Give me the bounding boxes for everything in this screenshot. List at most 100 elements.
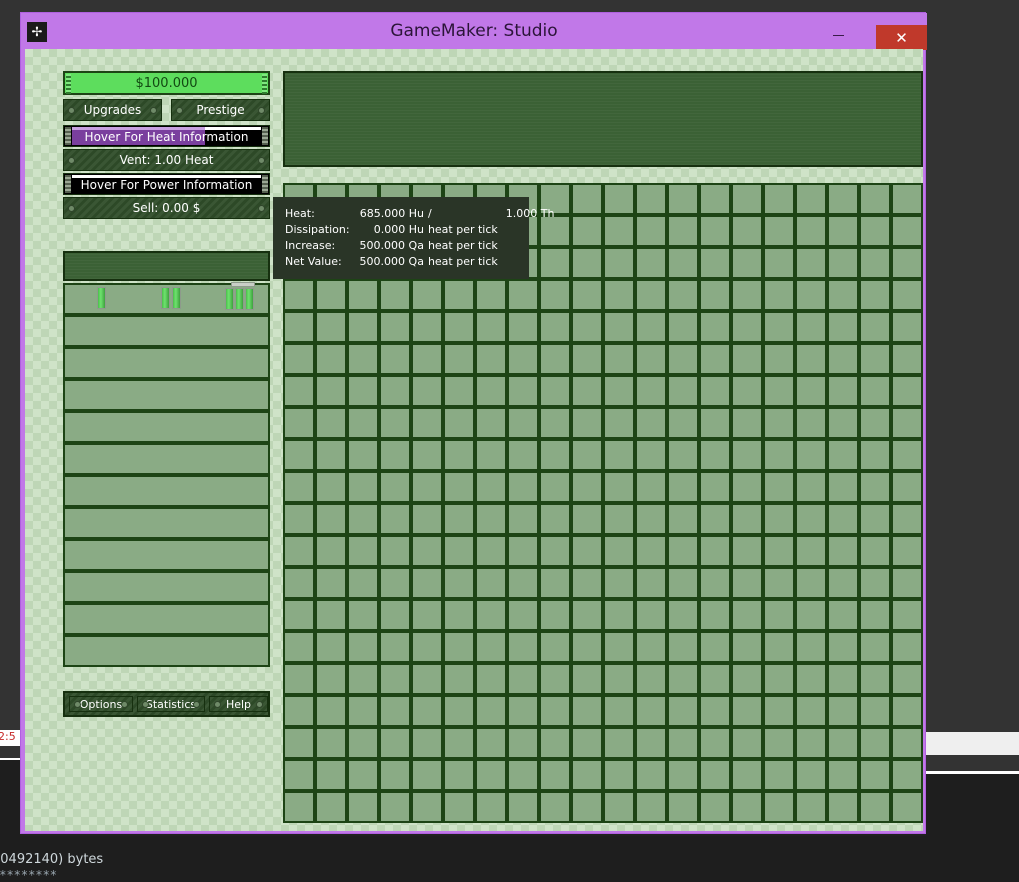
reactor-cell[interactable] [379, 343, 411, 375]
reactor-cell[interactable] [763, 311, 795, 343]
reactor-cell[interactable] [827, 567, 859, 599]
reactor-cell[interactable] [859, 631, 891, 663]
reactor-cell[interactable] [859, 471, 891, 503]
reactor-cell[interactable] [795, 279, 827, 311]
reactor-cell[interactable] [411, 535, 443, 567]
parts-shelf-row[interactable] [63, 347, 270, 379]
reactor-cell[interactable] [507, 599, 539, 631]
reactor-cell[interactable] [763, 759, 795, 791]
reactor-cell[interactable] [731, 215, 763, 247]
reactor-cell[interactable] [539, 663, 571, 695]
reactor-cell[interactable] [443, 439, 475, 471]
reactor-cell[interactable] [667, 375, 699, 407]
reactor-cell[interactable] [475, 727, 507, 759]
reactor-cell[interactable] [635, 215, 667, 247]
reactor-cell[interactable] [699, 375, 731, 407]
reactor-cell[interactable] [635, 695, 667, 727]
reactor-cell[interactable] [635, 311, 667, 343]
reactor-cell[interactable] [347, 727, 379, 759]
reactor-cell[interactable] [475, 311, 507, 343]
reactor-cell[interactable] [347, 375, 379, 407]
reactor-cell[interactable] [283, 503, 315, 535]
reactor-cell[interactable] [347, 279, 379, 311]
reactor-cell[interactable] [507, 535, 539, 567]
reactor-cell[interactable] [635, 599, 667, 631]
reactor-cell[interactable] [539, 695, 571, 727]
reactor-cell[interactable] [315, 599, 347, 631]
reactor-cell[interactable] [347, 631, 379, 663]
reactor-cell[interactable] [795, 503, 827, 535]
reactor-cell[interactable] [315, 311, 347, 343]
reactor-cell[interactable] [827, 535, 859, 567]
reactor-cell[interactable] [507, 567, 539, 599]
upgrades-button[interactable]: Upgrades [63, 99, 162, 121]
reactor-cell[interactable] [667, 471, 699, 503]
reactor-cell[interactable] [891, 183, 923, 215]
reactor-cell[interactable] [571, 375, 603, 407]
reactor-cell[interactable] [763, 631, 795, 663]
reactor-cell[interactable] [411, 791, 443, 823]
reactor-cell[interactable] [795, 727, 827, 759]
reactor-cell[interactable] [347, 503, 379, 535]
reactor-cell[interactable] [731, 791, 763, 823]
reactor-cell[interactable] [315, 695, 347, 727]
reactor-cell[interactable] [763, 727, 795, 759]
reactor-cell[interactable] [443, 631, 475, 663]
reactor-cell[interactable] [315, 375, 347, 407]
reactor-cell[interactable] [699, 215, 731, 247]
reactor-cell[interactable] [283, 375, 315, 407]
reactor-cell[interactable] [795, 247, 827, 279]
parts-shelf-row[interactable] [63, 379, 270, 411]
reactor-cell[interactable] [891, 503, 923, 535]
reactor-cell[interactable] [795, 439, 827, 471]
reactor-cell[interactable] [795, 567, 827, 599]
reactor-cell[interactable] [539, 311, 571, 343]
reactor-cell[interactable] [507, 663, 539, 695]
reactor-cell[interactable] [667, 599, 699, 631]
reactor-cell[interactable] [635, 279, 667, 311]
reactor-cell[interactable] [667, 503, 699, 535]
reactor-cell[interactable] [795, 759, 827, 791]
reactor-cell[interactable] [411, 503, 443, 535]
reactor-cell[interactable] [763, 791, 795, 823]
reactor-cell[interactable] [571, 727, 603, 759]
reactor-cell[interactable] [539, 759, 571, 791]
reactor-cell[interactable] [347, 439, 379, 471]
reactor-cell[interactable] [731, 535, 763, 567]
reactor-cell[interactable] [699, 471, 731, 503]
reactor-cell[interactable] [827, 791, 859, 823]
reactor-cell[interactable] [763, 407, 795, 439]
reactor-cell[interactable] [699, 535, 731, 567]
reactor-cell[interactable] [891, 247, 923, 279]
reactor-cell[interactable] [731, 279, 763, 311]
reactor-cell[interactable] [731, 631, 763, 663]
reactor-cell[interactable] [699, 183, 731, 215]
reactor-cell[interactable] [827, 471, 859, 503]
game-canvas[interactable]: $100.000 Upgrades Prestige Hover For Hea… [25, 49, 923, 831]
reactor-cell[interactable] [795, 535, 827, 567]
reactor-cell[interactable] [763, 375, 795, 407]
reactor-cell[interactable] [571, 343, 603, 375]
reactor-cell[interactable] [315, 471, 347, 503]
reactor-cell[interactable] [699, 759, 731, 791]
reactor-cell[interactable] [635, 407, 667, 439]
reactor-cell[interactable] [475, 535, 507, 567]
reactor-cell[interactable] [411, 311, 443, 343]
parts-shelf-row[interactable] [63, 475, 270, 507]
reactor-cell[interactable] [731, 503, 763, 535]
reactor-cell[interactable] [795, 791, 827, 823]
reactor-cell[interactable] [795, 695, 827, 727]
parts-shelf-row[interactable] [63, 635, 270, 667]
reactor-cell[interactable] [315, 631, 347, 663]
reactor-cell[interactable] [475, 439, 507, 471]
reactor-cell[interactable] [571, 791, 603, 823]
reactor-cell[interactable] [315, 663, 347, 695]
reactor-cell[interactable] [507, 631, 539, 663]
reactor-cell[interactable] [667, 343, 699, 375]
reactor-cell[interactable] [827, 183, 859, 215]
reactor-cell[interactable] [443, 343, 475, 375]
reactor-cell[interactable] [379, 535, 411, 567]
reactor-cell[interactable] [475, 695, 507, 727]
reactor-cell[interactable] [507, 503, 539, 535]
reactor-cell[interactable] [443, 503, 475, 535]
